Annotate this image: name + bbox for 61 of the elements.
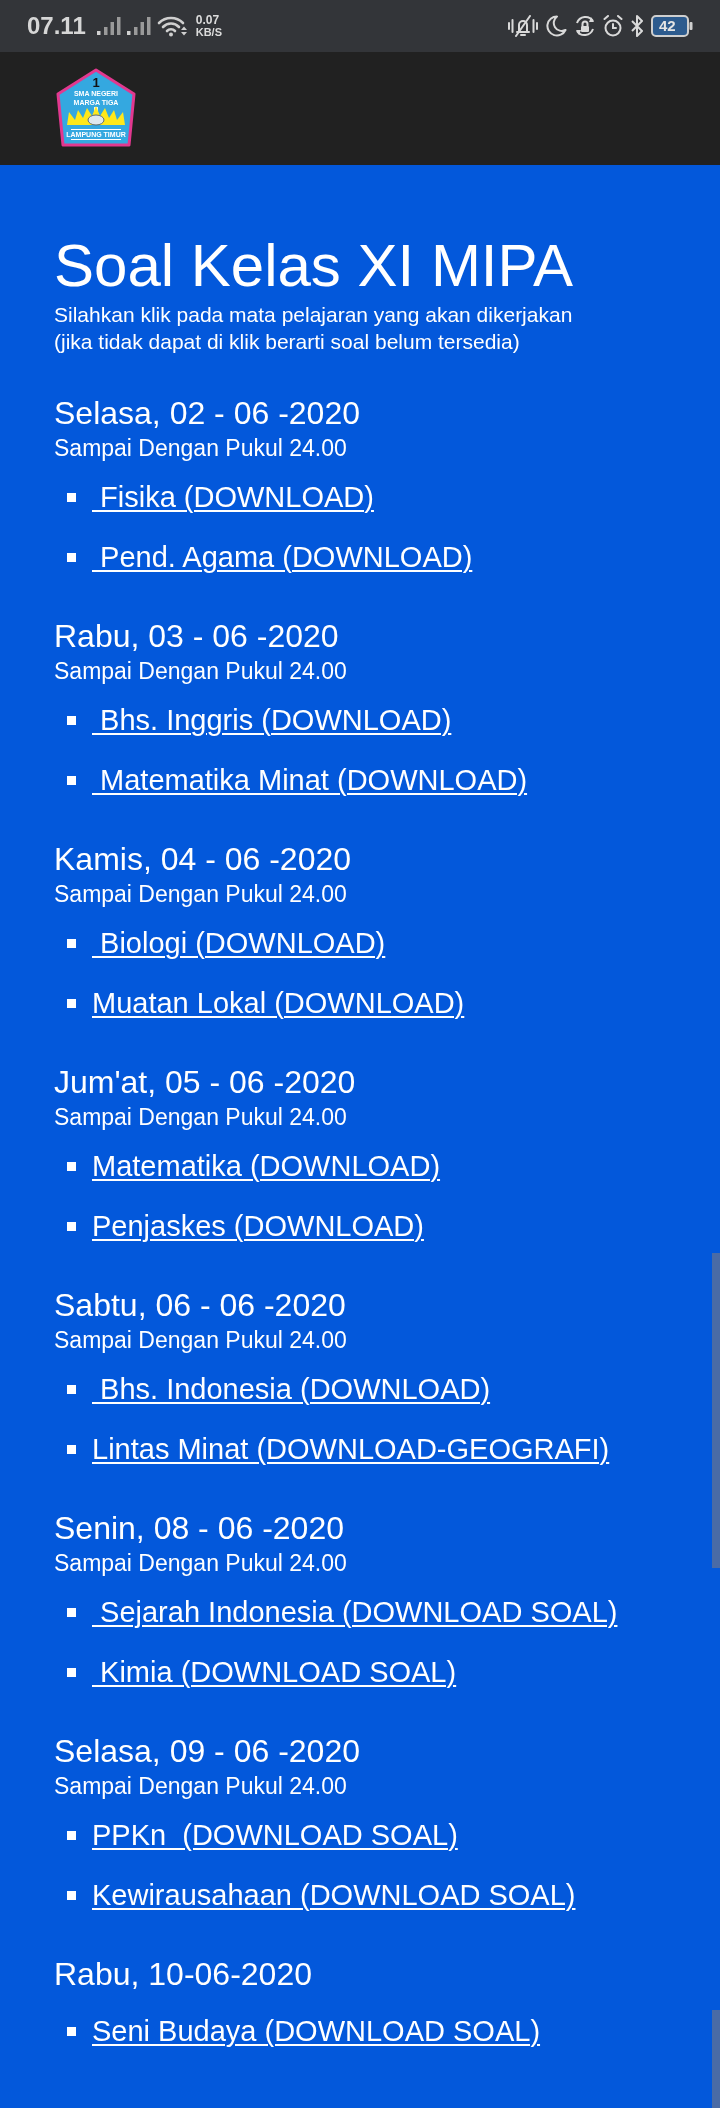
bullet-icon bbox=[67, 2026, 76, 2036]
battery-percent: 42 bbox=[659, 18, 676, 34]
deadline-text: Sampai Dengan Pukul 24.00 bbox=[54, 1104, 348, 1130]
date-heading: Rabu, 03 - 06 -2020 bbox=[54, 618, 340, 654]
download-link[interactable]: Fisika (DOWNLOAD) bbox=[92, 479, 374, 515]
signal-icon bbox=[96, 17, 121, 35]
page-title: Soal Kelas XI MIPA bbox=[54, 231, 575, 301]
deadline-text: Sampai Dengan Pukul 24.00 bbox=[54, 881, 348, 907]
download-link[interactable]: Pend. Agama (DOWNLOAD) bbox=[92, 539, 473, 575]
download-link[interactable]: Sejarah Indonesia (DOWNLOAD SOAL) bbox=[92, 1594, 618, 1630]
bullet-icon bbox=[67, 938, 76, 948]
bullet-icon bbox=[67, 492, 76, 502]
download-link[interactable]: Matematika Minat (DOWNLOAD) bbox=[92, 762, 528, 798]
date-heading: Selasa, 02 - 06 -2020 bbox=[54, 395, 361, 431]
bullet-icon bbox=[67, 1384, 76, 1394]
bullet-icon bbox=[67, 1161, 76, 1171]
download-link[interactable]: Bhs. Inggris (DOWNLOAD) bbox=[92, 702, 452, 738]
wifi-icon bbox=[156, 15, 189, 37]
deadline-text: Sampai Dengan Pukul 24.00 bbox=[54, 1550, 348, 1576]
network-speed: 0.07 bbox=[195, 14, 221, 26]
date-heading: Rabu, 10-06-2020 bbox=[54, 1956, 313, 1992]
date-heading: Jum'at, 05 - 06 -2020 bbox=[54, 1064, 357, 1100]
intro-text: Silahkan klik pada mata pelajaran yang akan dikerjakan (jika tidak dapat di klik berarti soal belum tersedia) bbox=[54, 302, 574, 355]
bullet-icon bbox=[67, 1830, 76, 1840]
bullet-icon bbox=[67, 998, 76, 1008]
deadline-text: Sampai Dengan Pukul 24.00 bbox=[54, 1773, 348, 1799]
speed-unit: KB/S bbox=[195, 26, 222, 38]
deadline-text: Sampai Dengan Pukul 24.00 bbox=[54, 1327, 348, 1353]
bluetooth-icon bbox=[630, 15, 644, 37]
date-heading: Senin, 08 - 06 -2020 bbox=[54, 1510, 345, 1546]
bullet-icon bbox=[67, 1667, 76, 1677]
download-link[interactable]: Bhs. Indonesia (DOWNLOAD) bbox=[92, 1371, 491, 1407]
download-link[interactable]: Biologi (DOWNLOAD) bbox=[92, 925, 386, 961]
alarm-clock-icon bbox=[603, 15, 623, 37]
download-link[interactable]: Muatan Lokal (DOWNLOAD) bbox=[92, 985, 465, 1021]
download-link[interactable]: Seni Budaya (DOWNLOAD SOAL) bbox=[92, 2013, 541, 2049]
bullet-icon bbox=[67, 715, 76, 725]
download-link[interactable]: Penjaskes (DOWNLOAD) bbox=[92, 1208, 424, 1244]
date-heading: Sabtu, 06 - 06 -2020 bbox=[54, 1287, 347, 1323]
download-link[interactable]: Kimia (DOWNLOAD SOAL) bbox=[92, 1654, 457, 1690]
bullet-icon bbox=[67, 1607, 76, 1617]
logo-number: 1 bbox=[92, 74, 100, 90]
battery-icon bbox=[651, 15, 693, 37]
moon-icon bbox=[545, 15, 567, 37]
download-link[interactable]: PPKn (DOWNLOAD SOAL) bbox=[92, 1817, 458, 1853]
download-link[interactable]: Matematika (DOWNLOAD) bbox=[92, 1148, 441, 1184]
rotation-lock-icon bbox=[574, 15, 596, 37]
bullet-icon bbox=[67, 1444, 76, 1454]
muted-bell-icon bbox=[508, 15, 538, 37]
clock-time: 07.11 bbox=[27, 13, 86, 39]
download-link[interactable]: Lintas Minat (DOWNLOAD-GEOGRAFI) bbox=[92, 1431, 610, 1467]
bullet-icon bbox=[67, 1221, 76, 1231]
bullet-icon bbox=[67, 1890, 76, 1900]
bullet-icon bbox=[67, 775, 76, 785]
date-heading: Kamis, 04 - 06 -2020 bbox=[54, 841, 353, 877]
signal-icon bbox=[126, 17, 151, 35]
deadline-text: Sampai Dengan Pukul 24.00 bbox=[54, 435, 348, 461]
download-link[interactable]: Kewirausahaan (DOWNLOAD SOAL) bbox=[92, 1877, 576, 1913]
bullet-icon bbox=[67, 552, 76, 562]
date-heading: Selasa, 09 - 06 -2020 bbox=[54, 1733, 361, 1769]
deadline-text: Sampai Dengan Pukul 24.00 bbox=[54, 658, 348, 684]
